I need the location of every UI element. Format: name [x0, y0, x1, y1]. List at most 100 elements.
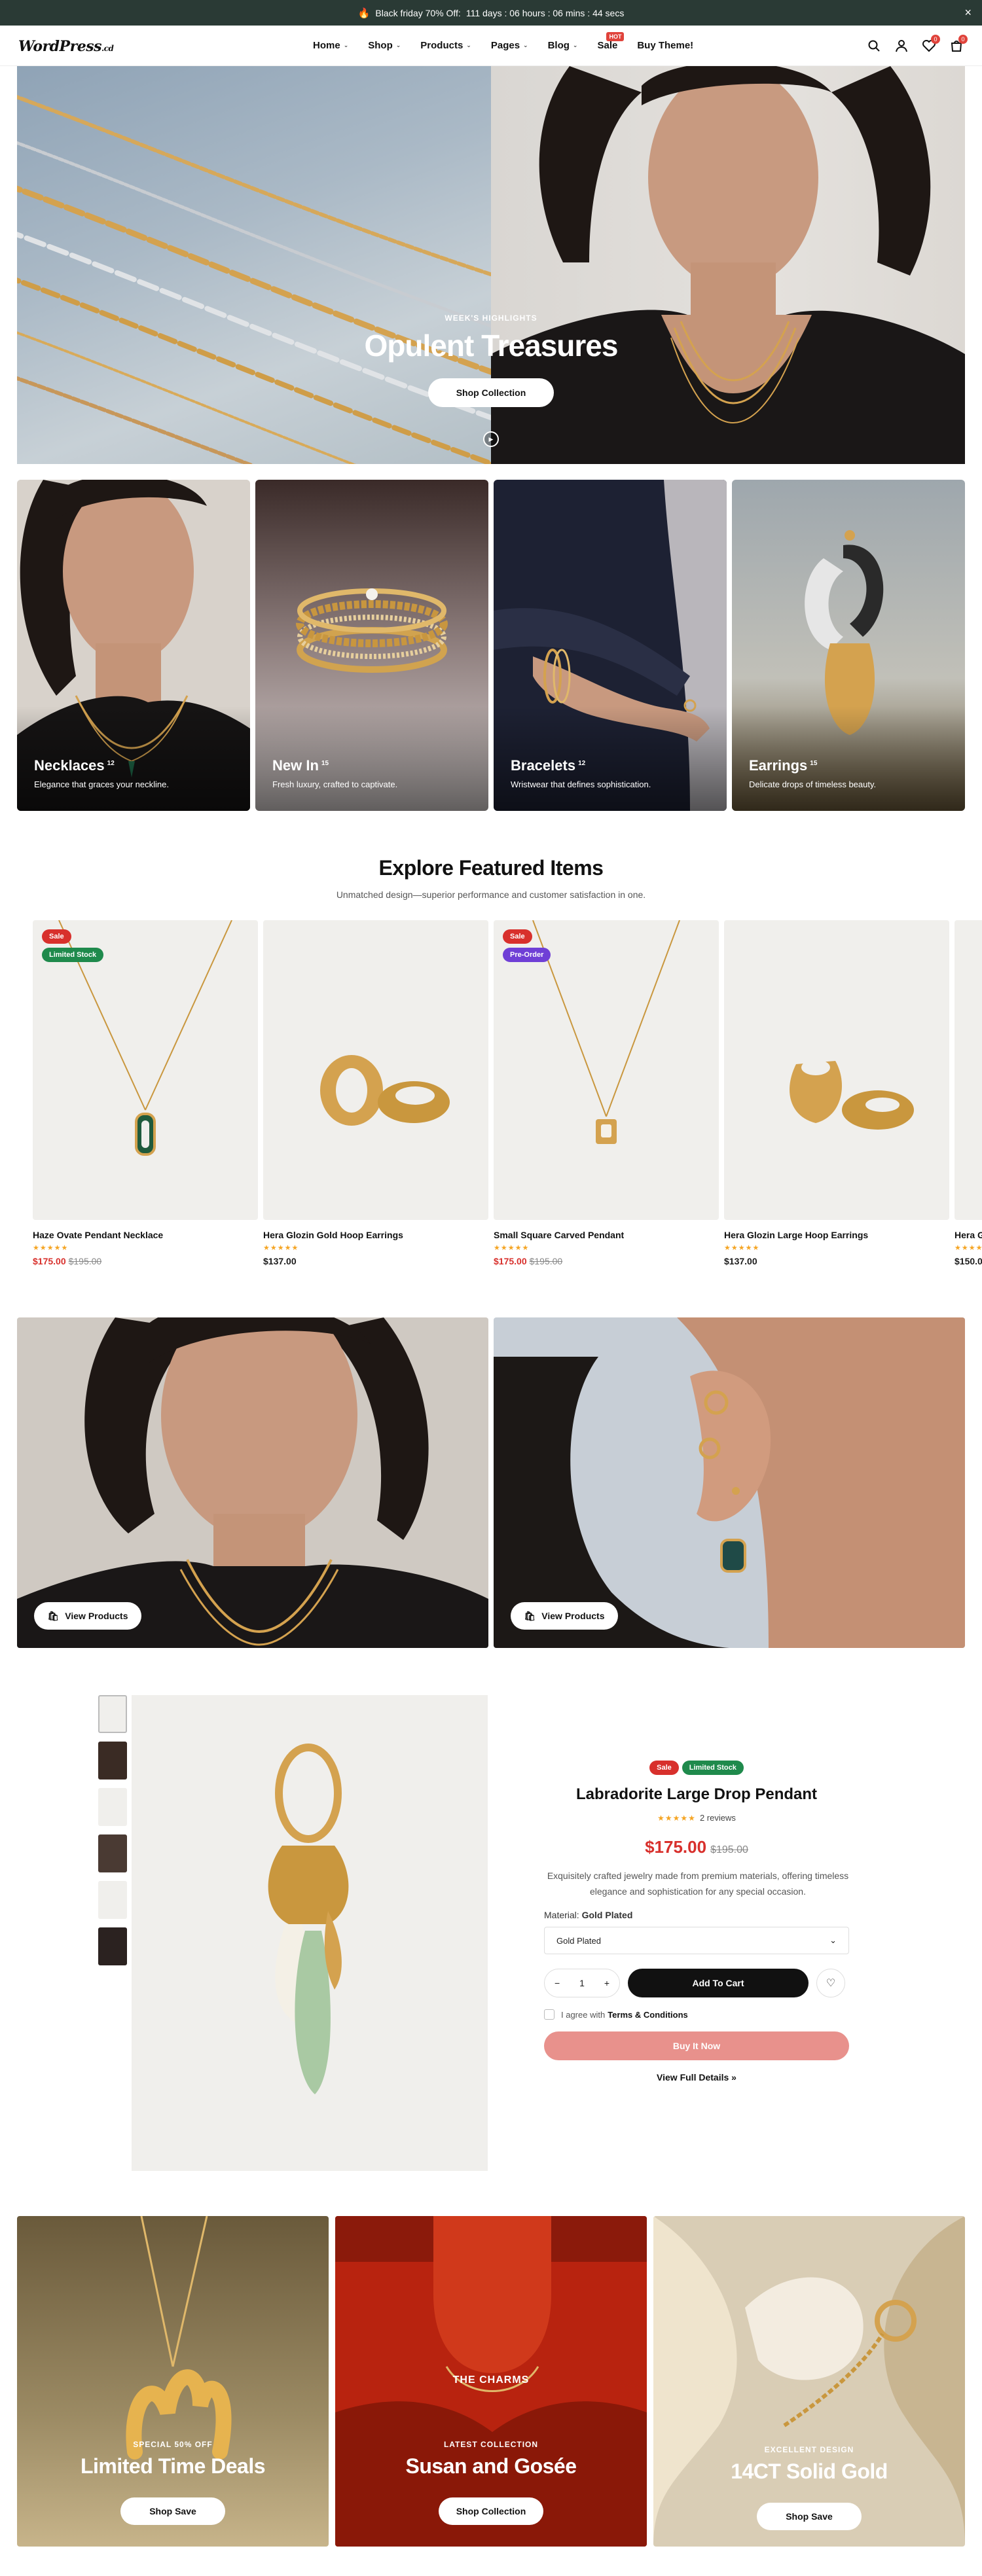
thumbnail[interactable] — [98, 1834, 127, 1872]
view-full-details-link[interactable]: View Full Details » — [544, 2072, 849, 2083]
nav-label: Products — [420, 40, 464, 51]
hero-title: Opulent Treasures — [364, 329, 619, 363]
price-current: $175.00 — [494, 1256, 527, 1266]
category-card-new-in[interactable]: New In 15 Fresh luxury, crafted to captiv… — [255, 480, 488, 811]
category-card-earrings[interactable]: Earrings 15 Delicate drops of timeless be… — [732, 480, 965, 811]
category-name: Earrings 15 — [749, 757, 817, 774]
category-card-necklaces[interactable]: Necklaces 12 Elegance that graces your ne… — [17, 480, 250, 811]
heart-icon[interactable]: 0 — [922, 35, 940, 53]
product-card[interactable]: Sale Limited Stock Haze Ovate Pendant Ne… — [33, 920, 258, 1266]
featured-title: Explore Featured Items — [378, 856, 604, 880]
nav-label: Home — [313, 40, 340, 51]
hero-eyebrow: WEEK'S HIGHLIGHTS — [445, 313, 537, 323]
thumbnail[interactable] — [98, 1695, 127, 1733]
thumbnail[interactable] — [98, 1881, 127, 1919]
thumbnail[interactable] — [98, 1742, 127, 1780]
cart-icon[interactable]: 0 — [949, 35, 968, 53]
star-rating: ★★★★★ — [724, 1244, 760, 1252]
logo-suffix: .cd — [101, 44, 114, 53]
collection-overlay-text: THE CHARMS — [452, 2374, 530, 2386]
category-count: 12 — [578, 759, 586, 767]
product-card[interactable]: Sale Pre-Order Small Square Carved Penda… — [494, 920, 719, 1266]
category-subtitle: Fresh luxury, crafted to captivate. — [272, 779, 398, 789]
product-rating: ★★★★★ 2 reviews — [544, 1813, 849, 1823]
collection-eyebrow: EXCELLENT DESIGN — [764, 2445, 854, 2454]
nav-sale[interactable]: Sale HOT — [597, 32, 625, 51]
sale-badge: Sale — [649, 1761, 679, 1775]
product-description: Exquisitely crafted jewelry made from pr… — [547, 1870, 849, 1897]
nav-home[interactable]: Home ⌄ — [313, 40, 348, 51]
category-title: Bracelets — [511, 757, 576, 774]
product-image: Sale Limited Stock — [33, 920, 258, 1220]
product-name[interactable]: Hera Glozin Gold Hoop Earrings — [263, 1230, 488, 1240]
price-current: $137.00 — [263, 1256, 297, 1266]
product-card[interactable]: Hera G ★★★★★ $150.0 — [955, 920, 982, 1266]
terms-link[interactable]: Terms & Conditions — [608, 2010, 688, 2020]
nav-shop[interactable]: Shop ⌄ — [368, 40, 401, 51]
quantity-stepper[interactable]: − 1 + — [544, 1969, 620, 1997]
flower-bracelet-image — [653, 2216, 965, 2547]
shop-save-button[interactable]: Shop Save — [120, 2497, 225, 2525]
thumbnail[interactable] — [98, 1927, 127, 1965]
plus-icon[interactable]: + — [604, 1978, 609, 1988]
collection-title: Susan and Gosée — [405, 2454, 577, 2478]
chevron-down-icon: ⌄ — [395, 42, 401, 48]
material-label: Material: Gold Plated — [544, 1910, 849, 1920]
product-price: $137.00 — [263, 1256, 488, 1266]
view-products-button[interactable]: 🛍 View Products — [511, 1602, 618, 1630]
collection-card-gold[interactable]: EXCELLENT DESIGN 14CT Solid Gold Shop Sa… — [653, 2216, 965, 2547]
promo-banner-ear: 🛍 View Products — [494, 1317, 965, 1648]
collection-card-deals[interactable]: SPECIAL 50% OFF Limited Time Deals Shop … — [17, 2216, 329, 2547]
product-name[interactable]: Small Square Carved Pendant — [494, 1230, 719, 1240]
product-name[interactable]: Haze Ovate Pendant Necklace — [33, 1230, 258, 1240]
cart-row: − 1 + Add To Cart ♡ — [544, 1969, 849, 1997]
product-card[interactable]: Hera Glozin Large Hoop Earrings ★★★★★ $1… — [724, 920, 949, 1266]
button-label: View Products — [65, 1611, 128, 1621]
view-products-button[interactable]: 🛍 View Products — [34, 1602, 141, 1630]
product-badges: Sale Limited Stock — [544, 1761, 849, 1775]
logo[interactable]: WordPress.cd — [18, 38, 114, 55]
product-price: $175.00 $195.00 — [33, 1256, 258, 1266]
user-icon[interactable] — [894, 39, 909, 53]
cart-count: 0 — [958, 35, 968, 44]
nav-pages[interactable]: Pages ⌄ — [491, 40, 528, 51]
category-card-bracelets[interactable]: Bracelets 12 Wristwear that defines sophi… — [494, 480, 727, 811]
wishlist-heart-icon[interactable]: ♡ — [816, 1969, 845, 1997]
ear-earrings-image — [494, 1317, 965, 1648]
limited-stock-badge: Limited Stock — [42, 948, 104, 962]
price-current: $175.00 — [645, 1837, 707, 1857]
play-icon[interactable]: ▶ — [483, 431, 499, 447]
review-count[interactable]: 2 reviews — [700, 1813, 736, 1823]
shop-collection-button[interactable]: Shop Collection — [439, 2497, 543, 2525]
product-name[interactable]: Hera G — [955, 1230, 982, 1240]
nav-label: Shop — [368, 40, 393, 51]
thumbnail[interactable] — [98, 1788, 127, 1826]
nav-label: Sale — [597, 40, 618, 51]
shop-collection-button[interactable]: Shop Collection — [428, 378, 554, 407]
search-icon[interactable] — [867, 39, 881, 53]
minus-icon[interactable]: − — [555, 1978, 560, 1988]
nav-buy-theme[interactable]: Buy Theme! — [637, 40, 693, 51]
star-rating: ★★★★★ — [955, 1244, 982, 1252]
site-header: WordPress.cd Home ⌄ Shop ⌄ Products ⌄ Pages… — [0, 26, 982, 66]
category-name: Bracelets 12 — [511, 757, 585, 774]
product-name[interactable]: Hera Glozin Large Hoop Earrings — [724, 1230, 949, 1240]
close-icon[interactable]: × — [964, 6, 972, 20]
buy-now-button[interactable]: Buy It Now — [544, 2031, 849, 2060]
fire-icon: 🔥 — [357, 7, 371, 19]
add-to-cart-button[interactable]: Add To Cart — [628, 1969, 809, 1997]
product-title: Labradorite Large Drop Pendant — [575, 1785, 818, 1803]
material-select[interactable]: Gold Plated ⌄ — [544, 1927, 849, 1954]
nav-blog[interactable]: Blog ⌄ — [548, 40, 578, 51]
category-count: 15 — [810, 759, 818, 767]
shop-save-button[interactable]: Shop Save — [757, 2503, 862, 2530]
collection-card-susan[interactable]: THE CHARMS LATEST COLLECTION Susan and G… — [335, 2216, 647, 2547]
terms-checkbox[interactable] — [544, 2009, 555, 2020]
hero-banner: WEEK'S HIGHLIGHTS Opulent Treasures Shop… — [17, 66, 965, 464]
category-count: 15 — [321, 759, 329, 767]
price-current: $137.00 — [724, 1256, 757, 1266]
price-current: $175.00 — [33, 1256, 66, 1266]
nav-products[interactable]: Products ⌄ — [420, 40, 471, 51]
quantity-value[interactable]: 1 — [579, 1978, 585, 1988]
product-card[interactable]: Hera Glozin Gold Hoop Earrings ★★★★★ $13… — [263, 920, 488, 1266]
